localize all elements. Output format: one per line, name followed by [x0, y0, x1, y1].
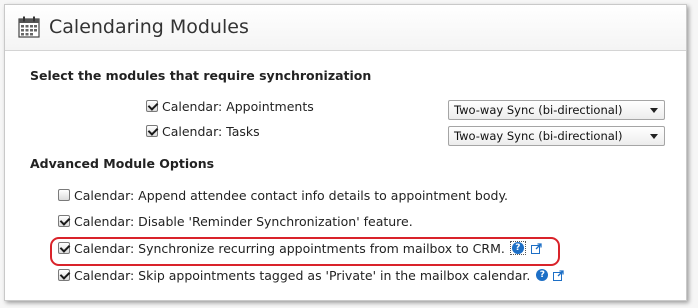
module-row-tasks[interactable]: Calendar: Tasks — [146, 122, 260, 140]
tasks-checkbox[interactable] — [146, 125, 158, 137]
calendaring-modules-panel: Calendaring Modules Select the modules t… — [4, 4, 687, 301]
skip-private-checkbox[interactable] — [58, 269, 70, 281]
chevron-down-icon — [650, 108, 658, 113]
disable-reminder-checkbox[interactable] — [58, 215, 70, 227]
option-label: Calendar: Disable 'Reminder Synchronizat… — [74, 213, 413, 229]
page-title: Calendaring Modules — [49, 16, 249, 38]
appointments-checkbox[interactable] — [146, 100, 158, 112]
select-value: Two-way Sync (bi-directional) — [454, 129, 623, 143]
tasks-sync-select[interactable]: Two-way Sync (bi-directional) — [448, 126, 665, 146]
panel-header: Calendaring Modules — [5, 5, 686, 51]
chevron-down-icon — [650, 134, 658, 139]
external-link-icon[interactable] — [553, 269, 565, 281]
appointments-sync-select[interactable]: Two-way Sync (bi-directional) — [448, 100, 665, 120]
module-label: Calendar: Appointments — [162, 98, 314, 114]
highlight-annotation — [50, 237, 560, 266]
option-label: Calendar: Skip appointments tagged as 'P… — [74, 267, 531, 283]
module-row-appointments[interactable]: Calendar: Appointments — [146, 97, 314, 115]
option-row-skip-private[interactable]: Calendar: Skip appointments tagged as 'P… — [58, 266, 565, 284]
append-attendee-checkbox[interactable] — [58, 189, 70, 201]
option-label: Calendar: Append attendee contact info d… — [74, 187, 509, 203]
help-icon[interactable]: ? — [536, 269, 549, 281]
select-value: Two-way Sync (bi-directional) — [454, 103, 623, 117]
advanced-section-heading: Advanced Module Options — [30, 156, 215, 171]
module-label: Calendar: Tasks — [162, 123, 260, 139]
calendar-icon — [18, 16, 40, 38]
sync-section-heading: Select the modules that require synchron… — [30, 68, 372, 83]
option-row-disable-reminder[interactable]: Calendar: Disable 'Reminder Synchronizat… — [58, 212, 413, 230]
option-row-append-attendee[interactable]: Calendar: Append attendee contact info d… — [58, 186, 508, 204]
